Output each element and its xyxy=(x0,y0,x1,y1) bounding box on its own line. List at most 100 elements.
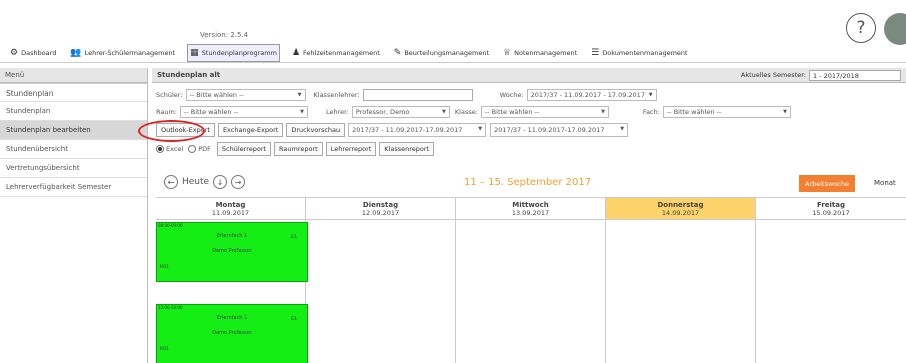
schueler-value: -- Bitte wählen -- xyxy=(189,91,244,99)
event-time: 08:00-09:00 xyxy=(158,223,183,228)
calendar-icon: ▦ xyxy=(190,47,199,58)
event-room: R01 xyxy=(160,347,169,352)
sidebar-section-stundenplan[interactable]: Stundenplan xyxy=(0,83,147,102)
raum-label: Raum: xyxy=(156,108,177,116)
range-from-select[interactable]: 2017/37 - 11.09.2017-17.09.2017 ▼ xyxy=(348,123,487,137)
day-column-monday[interactable]: 08:00-09:00 Erlernfach 1 E1 Demo Profess… xyxy=(156,220,308,363)
sidebar-item-stundenplan-bearbeiten[interactable]: Stundenplan bearbeiten xyxy=(0,121,147,140)
nav-stundenplan[interactable]: ▦ Stundenplanprogramm xyxy=(187,43,280,62)
klasse-value: -- Bitte wählen -- xyxy=(484,108,540,116)
woche-value: 2017/37 - 11.09.2017 - 17.09.2017 xyxy=(530,91,645,99)
semester-picker: Aktuelles Semester: 1 - 2017/2018 xyxy=(741,69,901,81)
users-icon: 👥 xyxy=(70,47,82,58)
sidebar: Menü Stundenplan Stundenplan Stundenplan… xyxy=(0,68,148,363)
dashboard-icon: ⚙ xyxy=(10,47,19,58)
nav-noten[interactable]: ♕ Notenmanagement xyxy=(501,44,579,62)
day-header-friday: Freitag 15.09.2017 xyxy=(756,198,906,220)
nav-dashboard-label: Dashboard xyxy=(21,48,57,57)
day-column-wednesday[interactable] xyxy=(456,220,606,363)
filter-row-1: Schüler: -- Bitte wählen -- ▼ Klassenlehr… xyxy=(156,88,657,102)
day-date: 11.09.2017 xyxy=(211,209,250,217)
day-name: Mittwoch xyxy=(512,201,549,209)
schuelerreport-button[interactable]: Schülerreport xyxy=(216,142,272,156)
chevron-down-icon: ▼ xyxy=(648,92,653,98)
nav-dokumente-label: Dokumentenmanagement xyxy=(602,48,688,57)
fach-value: -- Bitte wählen -- xyxy=(666,108,722,116)
person-icon: ♟ xyxy=(291,47,301,58)
calendar-event[interactable]: 08:00-09:00 Erlernfach 1 E1 Demo Profess… xyxy=(156,222,308,282)
event-code: E1 xyxy=(291,317,297,322)
woche-select[interactable]: 2017/37 - 11.09.2017 - 17.09.2017 ▼ xyxy=(526,89,657,101)
day-name: Montag xyxy=(215,201,246,209)
previous-week-icon[interactable]: ← xyxy=(164,175,178,189)
heute-button[interactable]: Heute xyxy=(182,177,209,187)
druckvorschau-button[interactable]: Druckvorschau xyxy=(286,123,346,137)
nav-lehrer-schueler[interactable]: 👥 Lehrer-Schülermanagement xyxy=(68,44,177,62)
day-name: Dienstag xyxy=(362,201,399,209)
sidebar-item-vertretungsuebersicht[interactable]: Vertretungsübersicht xyxy=(0,159,147,178)
calendar-body: 08:00-09:00 Erlernfach 1 E1 Demo Profess… xyxy=(156,220,906,363)
arbeitswoche-button[interactable]: Arbeitswoche xyxy=(799,175,855,192)
klassenlehrer-input[interactable] xyxy=(362,89,473,101)
semester-select[interactable]: 1 - 2017/2018 xyxy=(809,69,901,81)
day-column-thursday[interactable] xyxy=(606,220,756,363)
day-column-tuesday[interactable] xyxy=(306,220,456,363)
klassenlehrer-label: Klassenlehrer: xyxy=(313,91,360,99)
sidebar-header: Menü xyxy=(0,68,147,83)
sidebar-item-stundenplan[interactable]: Stundenplan xyxy=(0,102,147,121)
next-week-icon[interactable]: → xyxy=(231,175,246,189)
range-to-select[interactable]: 2017/37 - 11.09.2017-17.09.2017 ▼ xyxy=(490,123,629,137)
lehrer-value: Professor, Demo xyxy=(355,108,410,116)
help-button[interactable]: ? xyxy=(846,13,876,43)
event-teacher: Demo Professor xyxy=(212,330,252,336)
monat-button[interactable]: Monat xyxy=(874,179,896,187)
award-icon: ♕ xyxy=(503,47,512,58)
pencil-icon: ✎ xyxy=(393,47,402,58)
exchange-export-button[interactable]: Exchange-Export xyxy=(217,123,284,137)
user-avatar[interactable] xyxy=(884,13,906,45)
day-header-thursday: Donnerstag 14.09.2017 xyxy=(606,198,756,220)
klasse-select[interactable]: -- Bitte wählen -- ▼ xyxy=(480,106,609,118)
day-date: 13.09.2017 xyxy=(511,209,550,217)
filter-row-2: Raum: -- Bitte wählen -- ▼ Lehrer: Profes… xyxy=(156,105,791,119)
sidebar-item-stundenuebersicht[interactable]: Stundenübersicht xyxy=(0,140,147,159)
klassenreport-button[interactable]: Klassenreport xyxy=(379,142,435,156)
klasse-label: Klasse: xyxy=(454,108,478,116)
nav-dashboard[interactable]: ⚙ Dashboard xyxy=(8,44,58,62)
download-icon[interactable]: ↓ xyxy=(213,175,228,189)
raum-value: -- Bitte wählen -- xyxy=(184,108,239,116)
event-title: Erlernfach 1 xyxy=(216,233,248,239)
nav-dokumente[interactable]: ☰ Dokumentenmanagement xyxy=(589,44,689,62)
chevron-down-icon: ▼ xyxy=(478,126,483,132)
raum-select[interactable]: -- Bitte wählen -- ▼ xyxy=(180,106,308,118)
woche-label: Woche: xyxy=(499,91,524,99)
outlook-export-button[interactable]: Outlook-Export xyxy=(156,123,215,137)
raumreport-button[interactable]: Raumreport xyxy=(274,142,323,156)
chevron-down-icon: ▼ xyxy=(620,126,625,132)
excel-radio[interactable] xyxy=(156,145,164,153)
main-panel: Stundenplan alt Aktuelles Semester: 1 - … xyxy=(152,68,906,363)
pdf-radio[interactable] xyxy=(188,145,197,153)
event-time: 13:00-14:00 xyxy=(158,305,183,310)
lehrer-select[interactable]: Professor, Demo ▼ xyxy=(351,106,450,118)
day-date: 14.09.2017 xyxy=(661,209,700,217)
heute-nav: ← Heute ↓ → xyxy=(164,175,246,189)
event-teacher: Demo Professor xyxy=(212,248,252,254)
nav-fehlzeiten[interactable]: ♟ Fehlzeitenmanagement xyxy=(290,44,382,62)
day-column-friday[interactable] xyxy=(756,220,906,363)
schueler-select[interactable]: -- Bitte wählen -- ▼ xyxy=(185,89,306,101)
fach-select[interactable]: -- Bitte wählen -- ▼ xyxy=(662,106,791,118)
document-icon: ☰ xyxy=(591,47,600,58)
main-header: Stundenplan alt Aktuelles Semester: 1 - … xyxy=(152,68,906,83)
fach-label: Fach: xyxy=(642,108,660,116)
calendar-event[interactable]: 13:00-14:00 Erlernfach 1 E1 Demo Profess… xyxy=(156,304,308,363)
nav-fehlzeiten-label: Fehlzeitenmanagement xyxy=(303,48,380,57)
day-date: 12.09.2017 xyxy=(361,209,400,217)
chevron-down-icon: ▼ xyxy=(442,109,446,115)
event-room: R01 xyxy=(160,265,169,270)
nav-beurteilung[interactable]: ✎ Beurteilungsmanagement xyxy=(392,44,491,62)
lehrerreport-button[interactable]: Lehrerreport xyxy=(325,142,377,156)
event-code: E1 xyxy=(291,235,297,240)
version-label: Version: 2.5.4 xyxy=(200,31,249,39)
sidebar-item-lehrerverfuegbarkeit[interactable]: Lehrerverfügbarkeit Semester xyxy=(0,178,147,197)
